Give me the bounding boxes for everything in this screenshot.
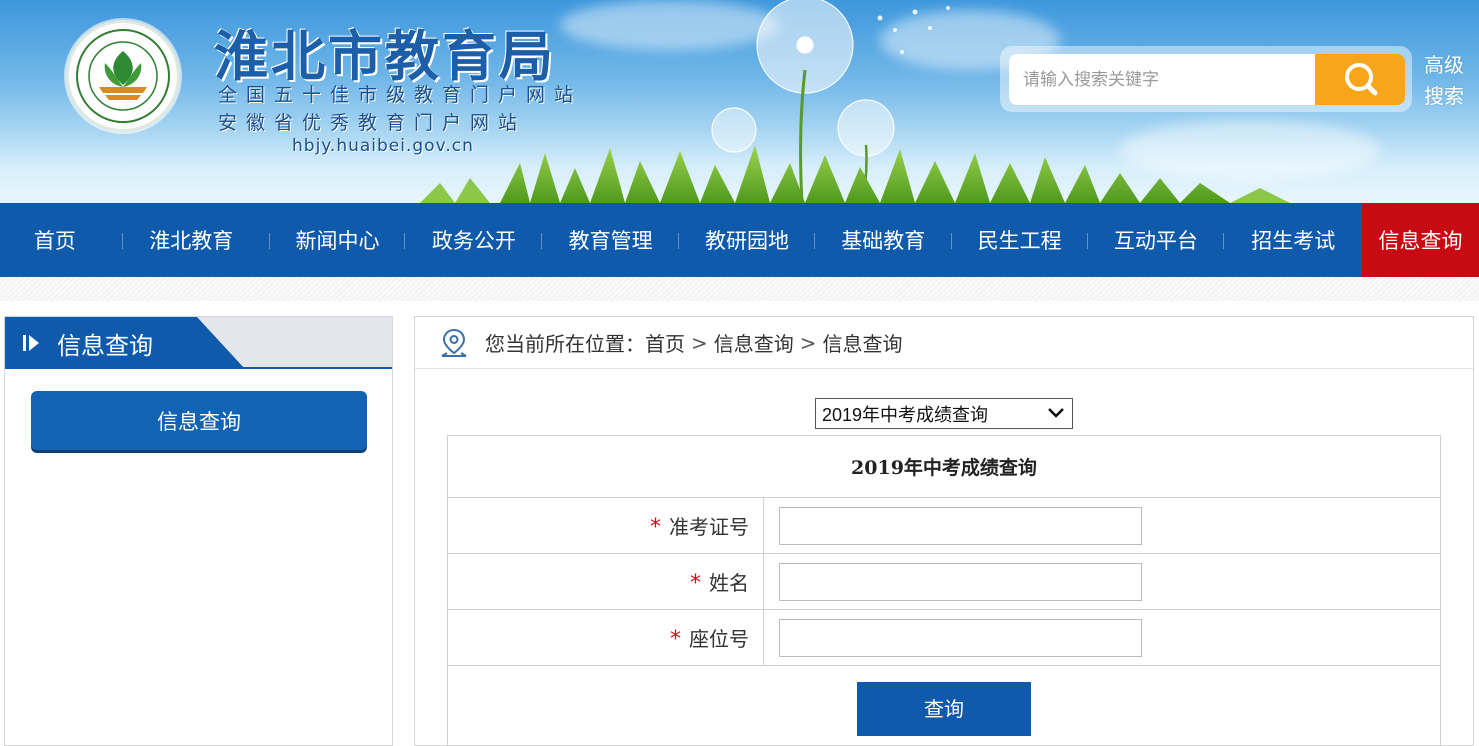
- main-nav: 首页 淮北教育 新闻中心 政务公开 教育管理 教研园地 基础教育 民生工程 互动…: [0, 203, 1479, 277]
- query-type-select[interactable]: 2019年中考成绩查询: [815, 398, 1073, 429]
- grass-decoration: [420, 145, 1290, 203]
- search-input[interactable]: [1009, 54, 1315, 105]
- nav-item-news-center[interactable]: 新闻中心: [270, 203, 406, 277]
- exam-number-input[interactable]: [779, 506, 1142, 545]
- name-label: 姓名: [709, 571, 749, 595]
- search-button[interactable]: [1315, 54, 1405, 105]
- form-title: 2019年中考成绩查询: [447, 435, 1441, 498]
- sidebar: 信息查询 信息查询: [4, 316, 393, 746]
- nav-shadow-stripe: [0, 277, 1479, 301]
- breadcrumb-current[interactable]: 信息查询: [823, 328, 903, 357]
- form-row-exam-number: * 准考证号: [447, 497, 1441, 554]
- logo-emblem-icon: [76, 29, 170, 123]
- query-submit-button[interactable]: 查询: [857, 681, 1031, 736]
- chevron-down-icon: [1048, 408, 1064, 418]
- breadcrumb-info-query[interactable]: 信息查询: [714, 328, 794, 357]
- advanced-search-link[interactable]: 高级搜索: [1424, 50, 1468, 112]
- breadcrumb-separator: >: [799, 330, 817, 355]
- site-header: 淮北市教育局 全国五十佳市级教育门户网站 安徽省优秀教育门户网站 hbjy.hu…: [0, 0, 1479, 203]
- site-domain: hbjy.huaibei.gov.cn: [292, 136, 474, 156]
- slogan-provincial: 安徽省优秀教育门户网站: [218, 112, 527, 134]
- breadcrumb: 您当前所在位置： 首页 > 信息查询 > 信息查询: [415, 317, 1473, 369]
- required-mark: *: [690, 571, 701, 596]
- slogan-national: 全国五十佳市级教育门户网站: [218, 84, 583, 106]
- required-mark: *: [670, 627, 681, 652]
- nav-item-huaibei-education[interactable]: 淮北教育: [113, 203, 270, 277]
- breadcrumb-home[interactable]: 首页: [645, 328, 685, 357]
- query-type-selected: 2019年中考成绩查询: [822, 405, 989, 425]
- nav-item-basic-education[interactable]: 基础教育: [815, 203, 952, 277]
- nav-item-interactive-platform[interactable]: 互动平台: [1088, 203, 1225, 277]
- breadcrumb-separator: >: [691, 330, 708, 355]
- sidebar-header: 信息查询: [5, 317, 392, 369]
- seat-number-label: 座位号: [689, 627, 749, 651]
- site-logo[interactable]: [66, 20, 180, 132]
- sidebar-title: 信息查询: [57, 332, 153, 360]
- nav-item-livelihood-projects[interactable]: 民生工程: [952, 203, 1088, 277]
- search-icon: [1345, 63, 1378, 96]
- form-row-seat-number: * 座位号: [447, 609, 1441, 666]
- nav-item-info-query[interactable]: 信息查询: [1362, 203, 1479, 277]
- name-input[interactable]: [779, 562, 1142, 601]
- nav-item-government-affairs[interactable]: 政务公开: [405, 203, 543, 277]
- score-query-form: 2019年中考成绩查询 * 准考证号 * 姓名 * 座位号 查询: [447, 435, 1441, 746]
- main-content: 您当前所在位置： 首页 > 信息查询 > 信息查询 2019年中考成绩查询 20…: [414, 316, 1474, 746]
- play-arrow-icon: [23, 335, 39, 351]
- sidebar-item-info-query[interactable]: 信息查询: [31, 391, 367, 450]
- exam-number-label: 准考证号: [669, 515, 749, 539]
- required-mark: *: [650, 515, 661, 540]
- nav-item-education-management[interactable]: 教育管理: [542, 203, 680, 277]
- nav-item-teaching-research[interactable]: 教研园地: [679, 203, 815, 277]
- nav-item-home[interactable]: 首页: [0, 203, 123, 277]
- location-pin-icon: [441, 328, 467, 357]
- seat-number-input[interactable]: [779, 618, 1142, 657]
- breadcrumb-prefix: 您当前所在位置：: [485, 332, 645, 356]
- form-row-name: * 姓名: [447, 553, 1441, 610]
- nav-item-admission-exams[interactable]: 招生考试: [1224, 203, 1362, 277]
